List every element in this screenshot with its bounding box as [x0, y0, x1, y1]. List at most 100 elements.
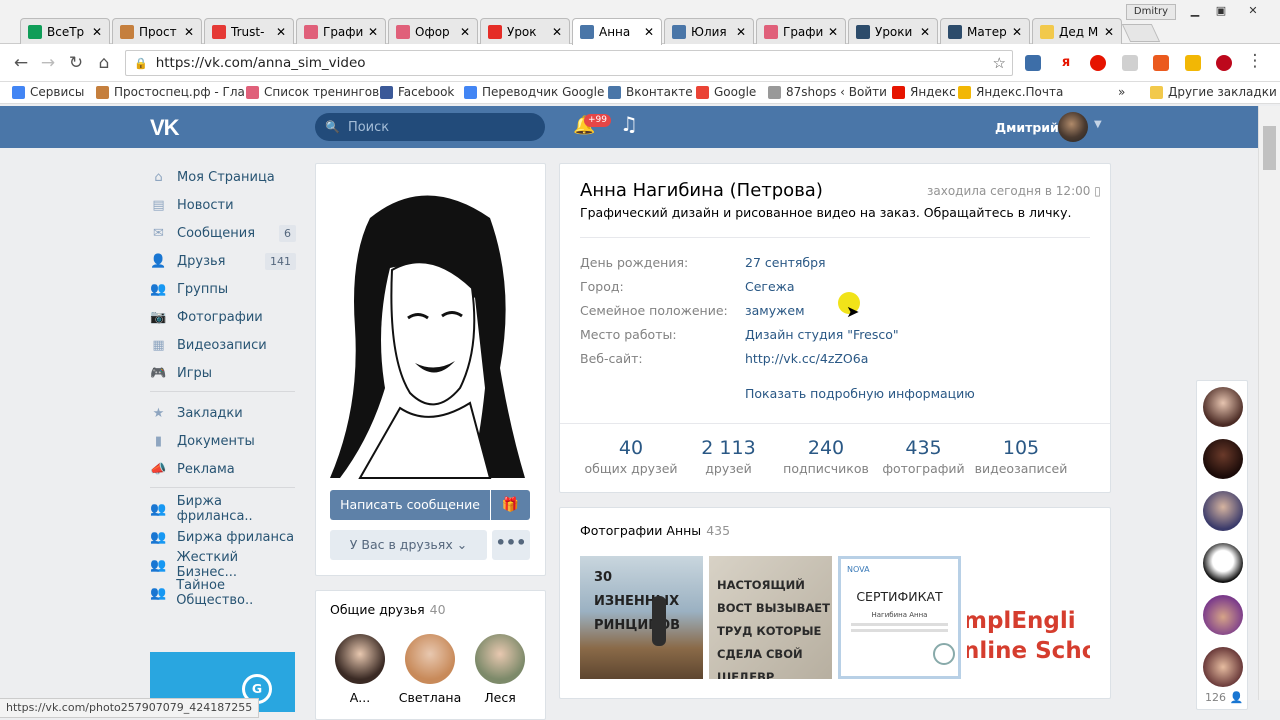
chat-avatar[interactable]	[1203, 439, 1243, 479]
info-value[interactable]: Дизайн студия "Fresco"	[745, 327, 899, 342]
profile-counter[interactable]: 240 подписчиков	[771, 437, 881, 476]
menu-item[interactable]: ✉ Сообщения 6	[150, 219, 300, 247]
browser-tab[interactable]: Дед М ✕	[1032, 18, 1122, 45]
browser-tab[interactable]: ВсеТр ✕	[20, 18, 110, 45]
menu-item[interactable]: ▮ Документы	[150, 427, 300, 455]
bookmark-item[interactable]: Список тренингов	[246, 85, 379, 99]
close-tab-icon[interactable]: ✕	[181, 25, 197, 39]
maximize-icon[interactable]: ▣	[1210, 4, 1232, 18]
current-user-avatar[interactable]	[1058, 112, 1088, 142]
menu-item[interactable]: 🎮 Игры	[150, 359, 300, 387]
browser-tab[interactable]: Уроки ✕	[848, 18, 938, 45]
back-icon[interactable]: ←	[10, 53, 32, 73]
bookmark-item[interactable]: Переводчик Google	[464, 85, 604, 99]
chat-avatar[interactable]	[1203, 595, 1243, 635]
browser-tab[interactable]: Прост ✕	[112, 18, 202, 45]
close-tab-icon[interactable]: ✕	[733, 25, 749, 39]
chat-avatar[interactable]	[1203, 387, 1243, 427]
friend-name[interactable]: Леся	[465, 690, 535, 705]
scrollbar-thumb[interactable]	[1263, 126, 1276, 170]
close-tab-icon[interactable]: ✕	[273, 25, 289, 39]
yandex-icon[interactable]: я	[1058, 55, 1074, 71]
info-value[interactable]: http://vk.cc/4zZO6a	[745, 351, 868, 366]
chevron-down-icon[interactable]: ▼	[1094, 119, 1102, 130]
profile-photo[interactable]	[330, 178, 530, 480]
profile-counter[interactable]: 435 фотографий	[869, 437, 979, 476]
menu-item[interactable]: ▦ Видеозаписи	[150, 331, 300, 359]
menu-item[interactable]: 📷 Фотографии	[150, 303, 300, 331]
browser-tab[interactable]: Офор ✕	[388, 18, 478, 45]
extension-icon[interactable]	[1025, 55, 1041, 71]
menu-item[interactable]: 👥 Биржа фриланса	[150, 523, 300, 551]
info-value[interactable]: Сегежа	[745, 279, 795, 294]
friend-name[interactable]: Светлана	[395, 690, 465, 705]
pinterest-icon[interactable]	[1216, 55, 1232, 71]
cloud-icon[interactable]	[1122, 55, 1138, 71]
profile-counter[interactable]: 40 общих друзей	[576, 437, 686, 476]
bookmarks-overflow-icon[interactable]: »	[1118, 85, 1125, 99]
current-user-name[interactable]: Дмитрий	[995, 120, 1059, 135]
music-icon[interactable]: ♫	[620, 112, 638, 136]
gift-icon[interactable]: 🎁	[491, 490, 530, 520]
info-value[interactable]: замужем	[745, 303, 805, 318]
browser-tab[interactable]: Юлия ✕	[664, 18, 754, 45]
menu-item[interactable]: ▤ Новости	[150, 191, 300, 219]
profile-counter[interactable]: 2 113 друзей	[674, 437, 784, 476]
chat-avatar[interactable]	[1203, 647, 1243, 687]
photo-thumb[interactable]: НАСТОЯЩИЙ ВОСТ ВЫЗЫВАЕТ ТРУД КОТОРЫЕ СДЕ…	[709, 556, 832, 679]
menu-icon[interactable]: ⋮	[1244, 51, 1266, 71]
bookmark-ext-icon[interactable]	[1185, 55, 1201, 71]
close-tab-icon[interactable]: ✕	[641, 25, 657, 39]
send-message-button[interactable]: Написать сообщение	[330, 490, 490, 520]
online-count[interactable]: 126 👤	[1205, 691, 1243, 704]
mutual-friends-title[interactable]: Общие друзья 40	[330, 602, 446, 617]
more-actions-button[interactable]: •••	[492, 530, 530, 560]
friend-name[interactable]: А...	[325, 690, 395, 705]
browser-tab[interactable]: Trust- ✕	[204, 18, 294, 45]
new-tab-button[interactable]	[1121, 24, 1161, 42]
chat-avatar[interactable]	[1203, 491, 1243, 531]
bookmark-star-icon[interactable]: ☆	[993, 54, 1006, 72]
browser-tab[interactable]: Графи ✕	[756, 18, 846, 45]
bookmark-item[interactable]: Яндекс	[892, 85, 956, 99]
browser-tab[interactable]: Урок ✕	[480, 18, 570, 45]
close-tab-icon[interactable]: ✕	[825, 25, 841, 39]
friend-avatar[interactable]	[335, 634, 385, 684]
menu-item[interactable]: 👥 Биржа фриланса..	[150, 494, 300, 524]
vk-logo[interactable]: VK	[150, 115, 180, 141]
close-tab-icon[interactable]: ✕	[457, 25, 473, 39]
forward-icon[interactable]: →	[37, 53, 59, 73]
bookmark-item[interactable]: Вконтакте	[608, 85, 693, 99]
menu-item[interactable]: 👤 Друзья 141	[150, 247, 300, 275]
search-input[interactable]: 🔍 Поиск	[315, 113, 545, 141]
close-window-icon[interactable]: ✕	[1242, 4, 1264, 18]
menu-item[interactable]: 👥 Тайное Общество..	[150, 578, 300, 608]
browser-profile-button[interactable]: Dmitry	[1126, 4, 1176, 20]
show-more-info-link[interactable]: Показать подробную информацию	[745, 386, 975, 401]
friend-avatar[interactable]	[475, 634, 525, 684]
friend-avatar[interactable]	[405, 634, 455, 684]
close-tab-icon[interactable]: ✕	[89, 25, 105, 39]
menu-item[interactable]: ★ Закладки	[150, 399, 300, 427]
reload-icon[interactable]: ↻	[65, 53, 87, 73]
menu-item[interactable]: 📣 Реклама	[150, 455, 300, 483]
office-icon[interactable]	[1153, 55, 1169, 71]
browser-tab[interactable]: Графи ✕	[296, 18, 386, 45]
photo-thumb[interactable]: mplEngli nline Scho	[967, 556, 1090, 679]
info-value[interactable]: 27 сентября	[745, 255, 826, 270]
yandex-extension-icon[interactable]	[1090, 55, 1106, 71]
minimize-icon[interactable]: ▁	[1184, 4, 1206, 18]
close-tab-icon[interactable]: ✕	[1009, 25, 1025, 39]
other-bookmarks[interactable]: Другие закладки	[1150, 85, 1277, 99]
menu-item[interactable]: ⌂ Моя Страница	[150, 163, 300, 191]
bookmark-item[interactable]: Сервисы	[12, 85, 84, 99]
close-tab-icon[interactable]: ✕	[917, 25, 933, 39]
address-bar[interactable]: 🔒 https://vk.com/anna_sim_video ☆	[125, 50, 1013, 76]
profile-counter[interactable]: 105 видеозаписей	[966, 437, 1076, 476]
page-scrollbar[interactable]	[1258, 106, 1280, 700]
photos-title[interactable]: Фотографии Анны 435	[580, 523, 730, 538]
friend-status-button[interactable]: У Вас в друзьях ⌄	[330, 530, 487, 560]
close-tab-icon[interactable]: ✕	[1101, 25, 1117, 39]
browser-tab[interactable]: Анна ✕	[572, 18, 662, 45]
home-icon[interactable]: ⌂	[93, 53, 115, 73]
